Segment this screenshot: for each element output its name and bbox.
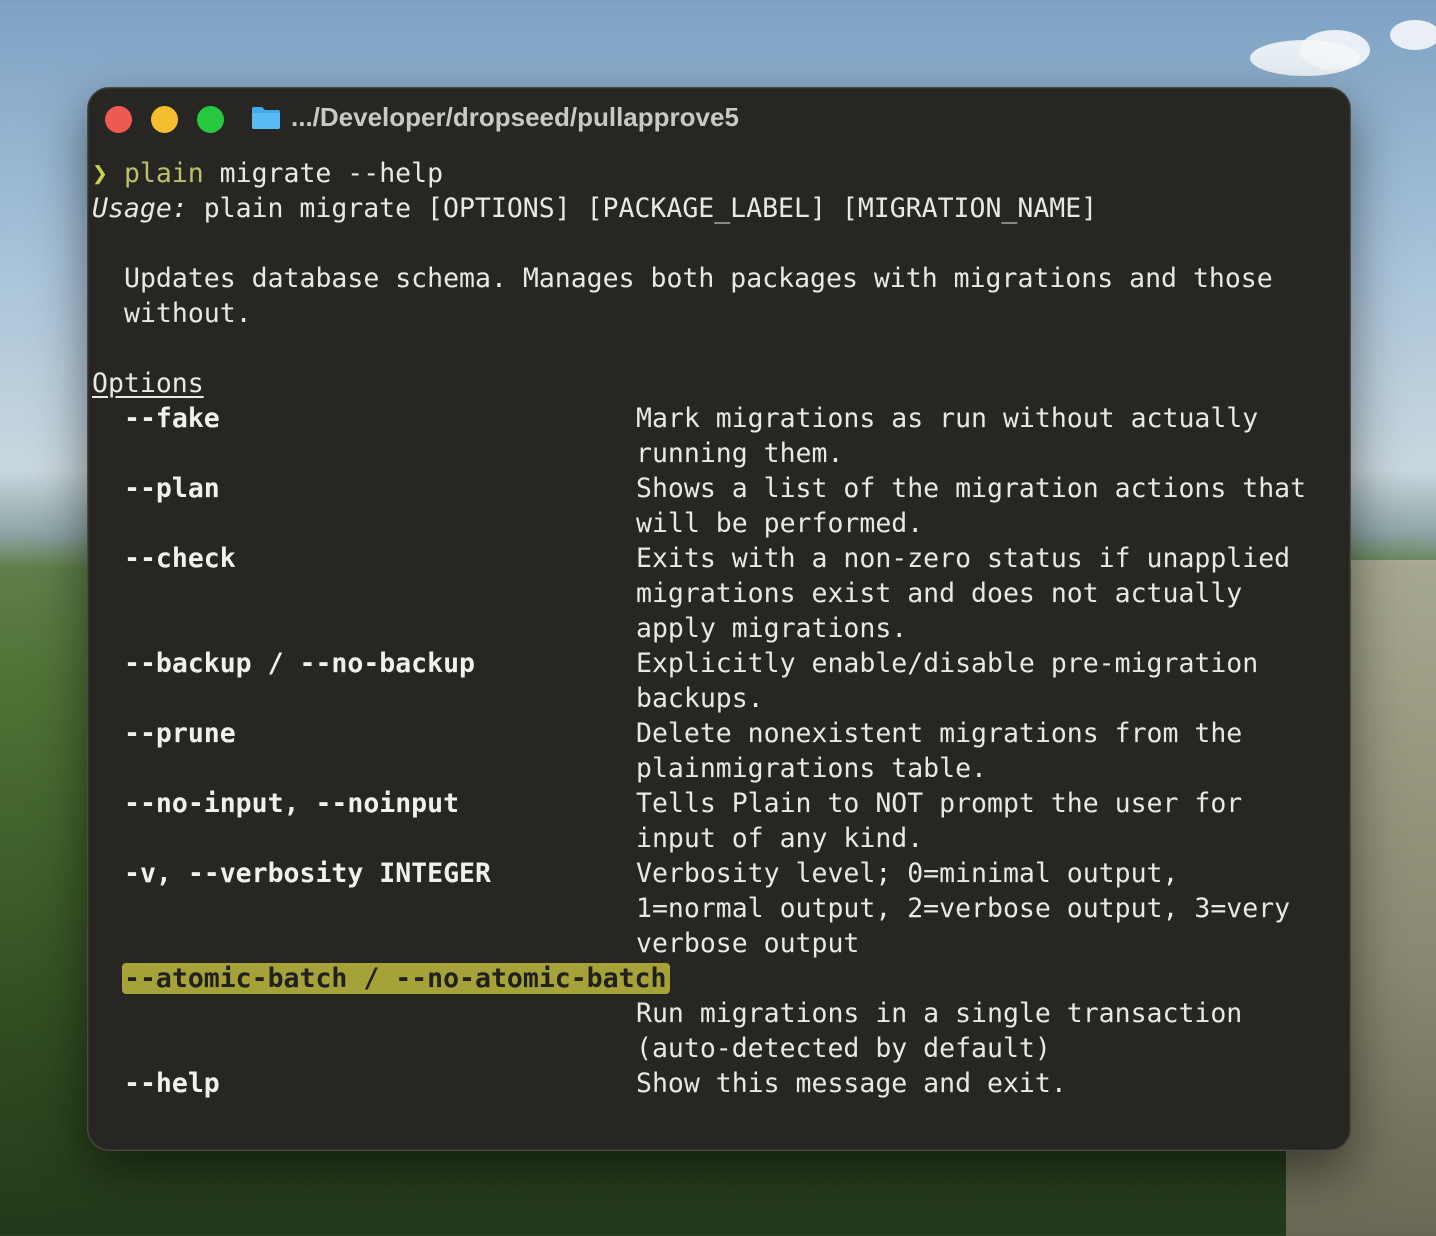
option-flag: --plan [124,471,220,506]
option-flag: -v, --verbosity INTEGER [124,856,491,891]
close-button[interactable] [105,106,132,133]
option-description: Explicitly enable/disable pre-migration [636,648,1259,679]
cloud [1300,30,1370,70]
usage-line: Usage: plain migrate [OPTIONS] [PACKAGE_… [92,191,1097,226]
prompt-symbol: ❯ [92,158,108,189]
option-description: Shows a list of the migration actions th… [636,473,1307,504]
option-description: Mark migrations as run without actually [636,403,1259,434]
option-description: verbose output [636,928,860,959]
option-flag: --check [124,541,236,576]
folder-icon [252,107,280,129]
option-description: backups. [636,683,764,714]
cloud [1390,20,1436,50]
option-description: Exits with a non-zero status if unapplie… [636,543,1291,574]
minimize-button[interactable] [151,106,178,133]
option-flag: --help [124,1066,220,1101]
option-flag: --atomic-batch / --no-atomic-batch [122,961,671,996]
option-description: Verbosity level; 0=minimal output, [636,858,1179,889]
option-description: will be performed. [636,508,924,539]
option-flag: --no-input, --noinput [124,786,459,821]
option-flag-text: --check [124,543,236,574]
option-flag-text: --prune [124,718,236,749]
window-title: .../Developer/dropseed/pullapprove5 [291,102,739,132]
option-flag: --fake [124,401,220,436]
option-flag-text: --no-input, --noinput [124,788,460,819]
option-description: input of any kind. [636,823,924,854]
maximize-button[interactable] [197,106,224,133]
option-description: (auto-detected by default) [636,1033,1051,1064]
terminal-window: .../Developer/dropseed/pullapprove5 ❯ pl… [87,87,1351,1151]
option-description: Tells Plain to NOT prompt the user for [636,788,1243,819]
option-description: 1=normal output, 2=verbose output, 3=ver… [636,893,1291,924]
titlebar: .../Developer/dropseed/pullapprove5 [88,88,1350,152]
usage-text: plain migrate [OPTIONS] [PACKAGE_LABEL] … [187,193,1098,224]
option-flag-text: --backup / --no-backup [124,648,475,679]
command-line: ❯ plain migrate --help [92,156,443,191]
command-name: plain [123,158,204,189]
description-line-1: Updates database schema. Manages both pa… [124,263,1273,294]
option-flag-text: -v, --verbosity INTEGER [124,858,491,889]
option-description: apply migrations. [636,613,908,644]
command-args: migrate --help [203,158,444,189]
option-description: Run migrations in a single transaction [636,998,1243,1029]
option-description: migrations exist and does not actually [636,578,1243,609]
option-flag: --backup / --no-backup [124,646,475,681]
option-description: plainmigrations table. [636,753,987,784]
option-flag: --prune [124,716,236,751]
option-flag-text: --plan [124,473,220,504]
option-flag-text: --fake [124,403,220,434]
usage-label: Usage: [92,193,188,224]
option-description: Delete nonexistent migrations from the [636,718,1243,749]
options-heading: Options [92,368,204,399]
description-line-2: without. [124,298,252,329]
option-description: Show this message and exit. [636,1068,1067,1099]
option-flag-text: --help [124,1068,220,1099]
option-flag-text: --atomic-batch / --no-atomic-batch [122,963,671,994]
option-description: running them. [636,438,844,469]
